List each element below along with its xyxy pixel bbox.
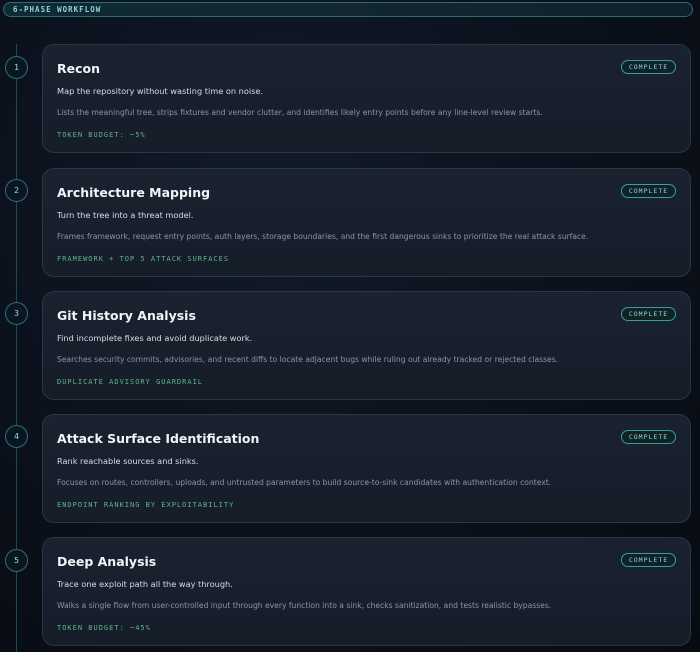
phase-card-git-history-analysis[interactable]: Git History Analysis COMPLETE Find incom…	[42, 291, 691, 400]
phase-title: Git History Analysis	[57, 308, 196, 323]
phase-subtitle: Trace one exploit path all the way throu…	[57, 579, 233, 589]
phase-description: Focuses on routes, controllers, uploads,…	[57, 478, 552, 487]
phase-subtitle: Find incomplete fixes and avoid duplicat…	[57, 333, 253, 343]
workflow-page: 6-PHASE WORKFLOW 1 Recon COMPLETE Map th…	[0, 0, 700, 652]
status-badge: COMPLETE	[621, 307, 676, 321]
workflow-header-label: 6-PHASE WORKFLOW	[13, 5, 102, 14]
phase-tag: FRAMEWORK + TOP 5 ATTACK SURFACES	[57, 255, 230, 263]
phase-tag: ENDPOINT RANKING BY EXPLOITABILITY	[57, 501, 235, 509]
phase-tag: DUPLICATE ADVISORY GUARDRAIL	[57, 378, 204, 386]
step-number-5: 5	[5, 549, 28, 572]
phase-subtitle: Map the repository without wasting time …	[57, 86, 264, 96]
status-badge: COMPLETE	[621, 553, 676, 567]
phase-title: Attack Surface Identification	[57, 431, 260, 446]
phase-subtitle: Rank reachable sources and sinks.	[57, 456, 199, 466]
phase-title: Deep Analysis	[57, 554, 157, 569]
phase-title: Recon	[57, 61, 100, 76]
status-badge: COMPLETE	[621, 184, 676, 198]
step-number-3: 3	[5, 302, 28, 325]
step-number-2: 2	[5, 179, 28, 202]
phase-description: Frames framework, request entry points, …	[57, 232, 589, 241]
phase-card-recon[interactable]: Recon COMPLETE Map the repository withou…	[42, 44, 691, 153]
workflow-header: 6-PHASE WORKFLOW	[3, 2, 693, 17]
phase-title: Architecture Mapping	[57, 185, 211, 200]
phase-card-architecture-mapping[interactable]: Architecture Mapping COMPLETE Turn the t…	[42, 168, 691, 277]
phase-subtitle: Turn the tree into a threat model.	[57, 210, 194, 220]
step-number-1: 1	[5, 56, 28, 79]
step-number-4: 4	[5, 425, 28, 448]
phase-card-attack-surface-identification[interactable]: Attack Surface Identification COMPLETE R…	[42, 414, 691, 523]
phase-description: Searches security commits, advisories, a…	[57, 355, 559, 364]
phase-tag: TOKEN BUDGET: ~45%	[57, 624, 151, 632]
phase-card-deep-analysis[interactable]: Deep Analysis COMPLETE Trace one exploit…	[42, 537, 691, 646]
phase-tag: TOKEN BUDGET: ~5%	[57, 131, 146, 139]
status-badge: COMPLETE	[621, 60, 676, 74]
phase-description: Walks a single flow from user-controlled…	[57, 601, 552, 610]
status-badge: COMPLETE	[621, 430, 676, 444]
phase-description: Lists the meaningful tree, strips fixtur…	[57, 108, 543, 117]
